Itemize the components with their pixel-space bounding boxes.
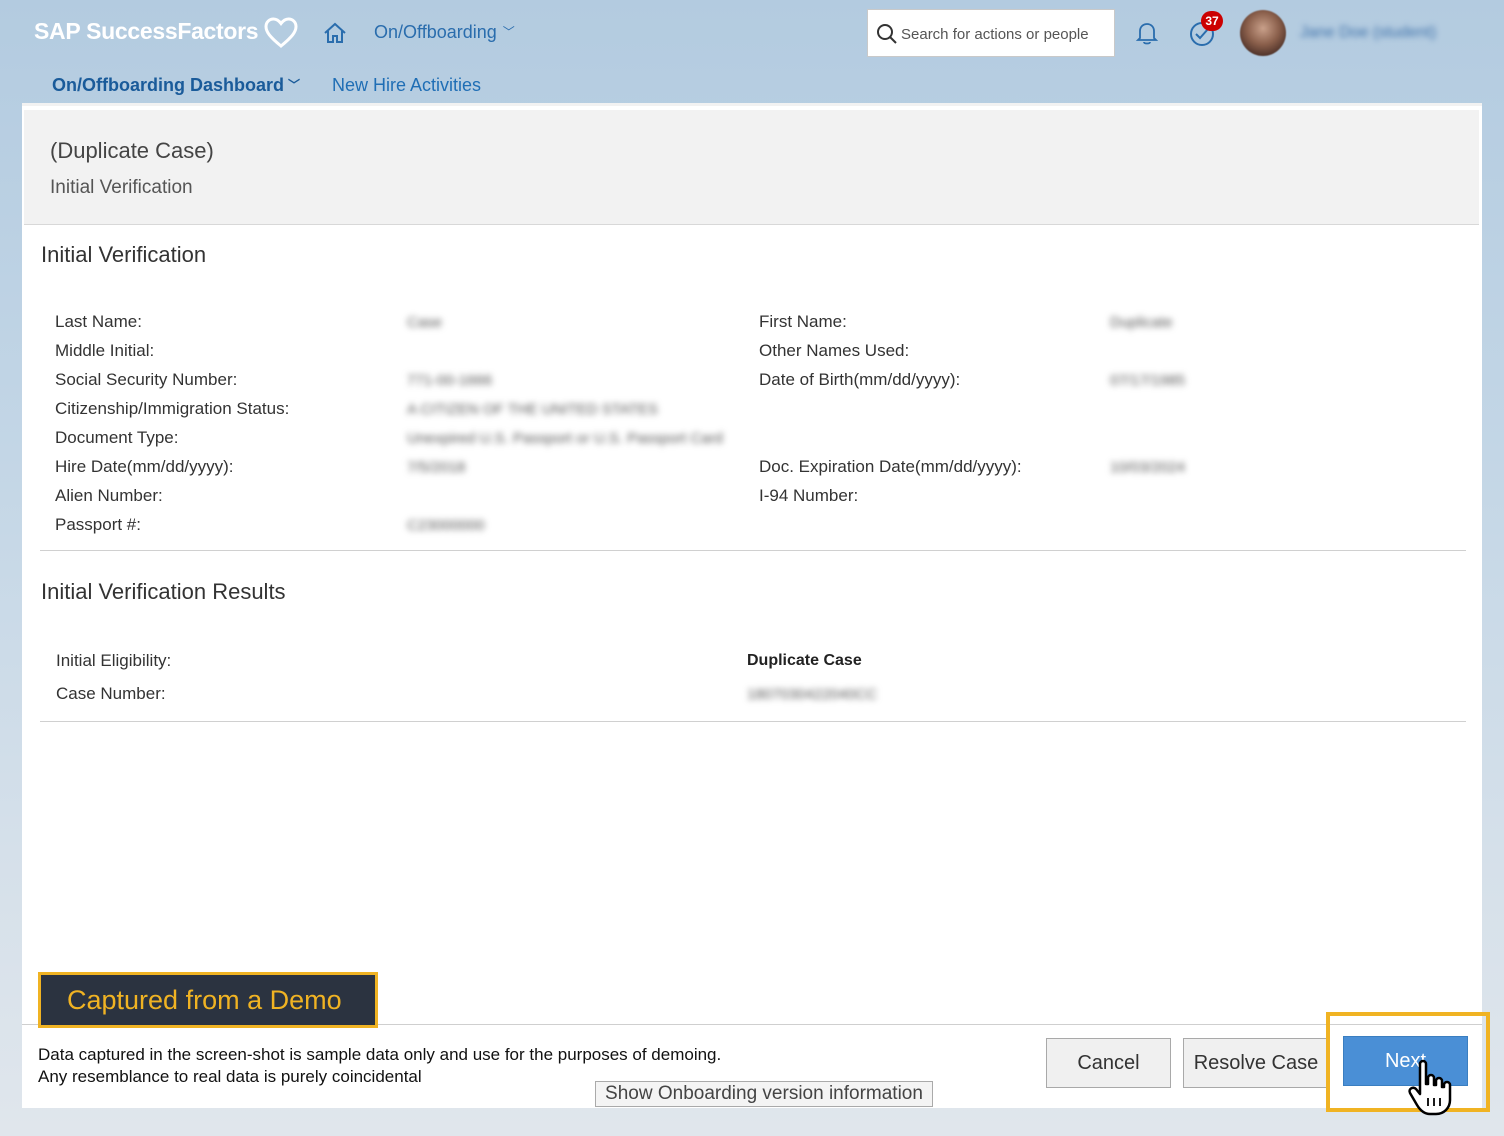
field-label: First Name:	[759, 312, 847, 331]
cancel-button[interactable]: Cancel	[1046, 1038, 1171, 1088]
field-label: Middle Initial:	[55, 341, 155, 360]
tab-onoffboarding-dashboard[interactable]: On/Offboarding Dashboard ﹀	[52, 75, 300, 96]
field-label: Document Type:	[55, 428, 179, 447]
field-value: Duplicate	[1110, 314, 1173, 331]
tab-dashboard-label: On/Offboarding Dashboard	[52, 75, 284, 95]
field-label: I-94 Number:	[759, 486, 859, 505]
version-info-button[interactable]: Show Onboarding version information	[595, 1081, 933, 1107]
search-icon	[877, 24, 897, 44]
heart-logo-icon	[264, 17, 298, 48]
field-label: Date of Birth(mm/dd/yyyy):	[759, 370, 961, 389]
field-label: Alien Number:	[55, 486, 163, 505]
divider	[40, 550, 1466, 551]
field-value: 771-00-1666	[407, 372, 493, 389]
field-value: 10/03/2024	[1110, 459, 1186, 476]
field-label: Social Security Number:	[55, 370, 238, 389]
user-name[interactable]: Jane Doe (student)	[1300, 24, 1436, 42]
case-title: (Duplicate Case)	[50, 138, 214, 163]
field-label: Case Number:	[56, 684, 166, 703]
search-placeholder: Search for actions or people	[901, 26, 1089, 43]
case-number-value: 1807030422040CC	[747, 686, 878, 703]
field-label: Passport #:	[55, 515, 141, 534]
main-panel: (Duplicate Case) Initial Verification In…	[22, 103, 1482, 1108]
search-input[interactable]: Search for actions or people	[867, 9, 1115, 57]
section-title-initial-verification: Initial Verification	[41, 242, 207, 267]
case-header: (Duplicate Case) Initial Verification	[24, 110, 1479, 225]
chevron-down-icon: ﹀	[502, 25, 515, 39]
field-value: C23000000	[407, 517, 485, 534]
field-label: Last Name:	[55, 312, 142, 331]
module-menu-label: On/Offboarding	[374, 22, 497, 42]
field-label: Initial Eligibility:	[56, 651, 172, 670]
resolve-case-button[interactable]: Resolve Case	[1183, 1038, 1329, 1088]
todo-count-badge: 37	[1201, 11, 1223, 31]
hand-cursor-icon	[1408, 1059, 1452, 1116]
home-icon[interactable]	[322, 20, 348, 46]
module-menu[interactable]: On/Offboarding ﹀	[374, 22, 515, 43]
demo-badge: Captured from a Demo	[38, 972, 378, 1028]
avatar[interactable]	[1240, 10, 1286, 56]
field-value: A CITIZEN OF THE UNITED STATES	[407, 401, 658, 418]
field-value: 07/17/1985	[1110, 372, 1186, 389]
field-label: Hire Date(mm/dd/yyyy):	[55, 457, 234, 476]
field-label: Doc. Expiration Date(mm/dd/yyyy):	[759, 457, 1022, 476]
disclaimer-line: Data captured in the screen-shot is samp…	[38, 1045, 722, 1064]
shell-header: SAP SuccessFactors On/Offboarding ﹀ Searc…	[0, 0, 1504, 66]
section-title-verification-results: Initial Verification Results	[41, 579, 286, 604]
eligibility-value: Duplicate Case	[747, 652, 862, 669]
chevron-down-icon: ﹀	[288, 78, 301, 92]
field-value: Unexpired U.S. Passport or U.S. Passport…	[407, 430, 723, 447]
field-label: Citizenship/Immigration Status:	[55, 399, 290, 418]
field-value: 7/5/2018	[407, 459, 466, 476]
app-logo[interactable]: SAP SuccessFactors	[34, 18, 259, 45]
case-subtitle: Initial Verification	[50, 177, 193, 198]
tab-new-hire-activities[interactable]: New Hire Activities	[332, 75, 481, 96]
divider	[40, 721, 1466, 722]
field-label: Other Names Used:	[759, 341, 910, 360]
field-value: Case	[407, 314, 443, 331]
bell-icon[interactable]	[1134, 20, 1160, 46]
